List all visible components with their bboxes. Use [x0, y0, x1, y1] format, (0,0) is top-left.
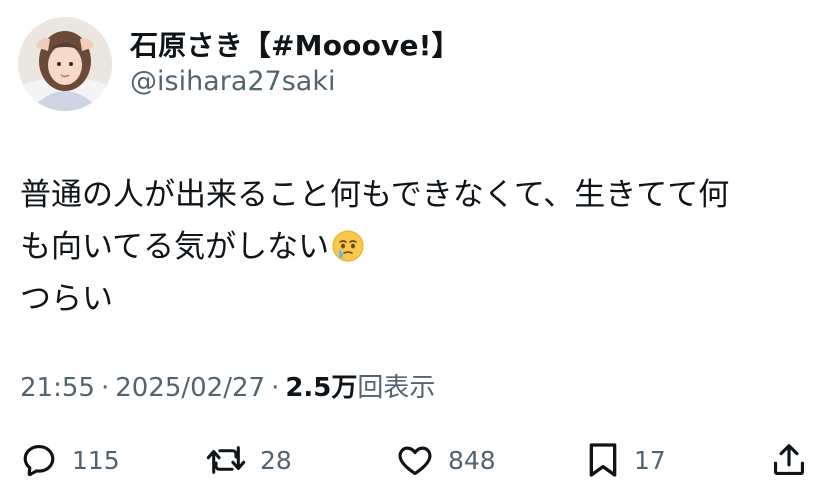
tweet-actions: 115 28 848 17 — [0, 438, 828, 482]
reply-count: 115 — [72, 445, 120, 475]
reply-button[interactable]: 115 — [20, 438, 120, 482]
face-holding-back-tears-icon — [331, 227, 365, 279]
views-count: 2.5万 — [285, 373, 358, 403]
like-button[interactable]: 848 — [396, 438, 496, 482]
tweet-line-with-emoji: も向いてる気がしない — [20, 221, 810, 273]
tweet-text: 普通の人が出来ること何もできなくて、生きてて何 も向いてる気がしない つらい — [20, 169, 810, 325]
tweet-date[interactable]: 2025/02/27 — [115, 373, 265, 403]
meta-separator: · — [271, 373, 280, 403]
heart-icon — [396, 441, 434, 479]
tweet-time[interactable]: 21:55 — [20, 373, 95, 403]
retweet-icon — [206, 441, 246, 479]
reply-icon — [20, 441, 58, 479]
bookmark-button[interactable]: 17 — [586, 438, 666, 482]
tweet-line: 普通の人が出来ること何もできなくて、生きてて何 — [20, 177, 730, 213]
share-button[interactable] — [770, 438, 808, 482]
bookmark-icon — [586, 440, 620, 480]
user-handle[interactable]: @isihara27saki — [130, 66, 335, 97]
share-icon — [770, 441, 808, 479]
display-name[interactable]: 石原さき【#Mooove!】 — [130, 24, 460, 64]
meta-separator: · — [100, 373, 110, 403]
tweet-line: つらい — [20, 281, 113, 317]
bookmark-count: 17 — [634, 445, 666, 475]
avatar-photo — [18, 17, 112, 111]
like-count: 848 — [448, 445, 496, 475]
retweet-button[interactable]: 28 — [206, 438, 292, 482]
avatar[interactable] — [18, 17, 112, 111]
tweet-line: も向いてる気がしない — [20, 229, 330, 265]
retweet-count: 28 — [260, 445, 292, 475]
views-label: 回表示 — [357, 373, 436, 403]
tweet-meta: 21:55 · 2025/02/27 · 2.5万回表示 — [20, 367, 435, 404]
